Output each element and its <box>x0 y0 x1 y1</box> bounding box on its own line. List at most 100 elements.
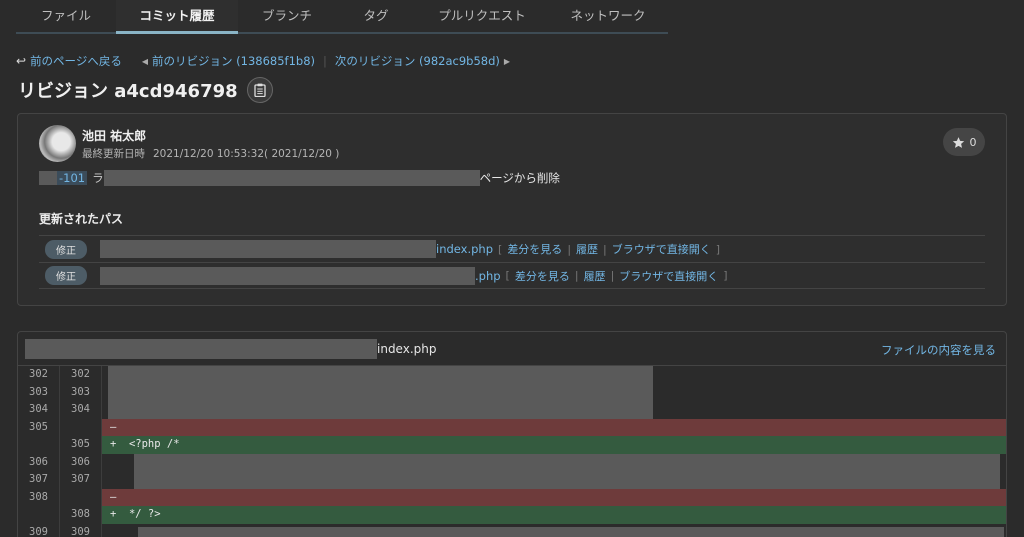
repo-tabs: ファイル コミット履歴 ブランチ タグ プルリクエスト ネットワーク <box>16 0 668 34</box>
message-char: ラ <box>92 170 104 185</box>
added-line: 305 + <?php /* <box>18 436 1006 454</box>
updated-label: 最終更新日時 <box>82 148 145 160</box>
open-in-browser-link[interactable]: ブラウザで直接開く <box>612 241 711 257</box>
message-tail: ページから削除 <box>479 170 560 185</box>
path-file-link[interactable]: .php <box>475 269 501 283</box>
tab-tags[interactable]: タグ <box>336 0 416 32</box>
context-line: 309 309 <box>18 523 1006 537</box>
tab-commit-history[interactable]: コミット履歴 <box>116 0 238 34</box>
divider: | <box>603 242 607 256</box>
deleted-line: 305 — <box>18 418 1006 436</box>
old-line-number: 303 <box>18 383 60 401</box>
new-line-number: 303 <box>60 383 102 401</box>
old-line-number: 306 <box>18 453 60 471</box>
modified-badge: 修正 <box>45 266 87 285</box>
line-code: + <?php /* <box>102 436 1006 454</box>
bracket: [ <box>505 269 510 282</box>
old-line-number: 305 <box>18 418 60 436</box>
title-row: リビジョン a4cd946798 <box>18 77 273 103</box>
bracket: ] <box>723 269 728 282</box>
history-link[interactable]: 履歴 <box>584 268 606 284</box>
deleted-line: 308 — <box>18 488 1006 506</box>
context-line: 307 307 <box>18 471 1006 489</box>
view-file-link[interactable]: ファイルの内容を見る <box>881 342 996 358</box>
path-file-link[interactable]: index.php <box>436 242 493 256</box>
new-line-number: 307 <box>60 471 102 489</box>
context-line: 306 306 <box>18 453 1006 471</box>
prev-arrow-icon: ◀ <box>141 56 148 66</box>
redacted-code <box>108 401 653 419</box>
back-icon[interactable]: ↩ <box>16 54 26 68</box>
path-row: 修正 .php [ 差分を見る | 履歴 | ブラウザで直接開く ] <box>39 262 985 289</box>
commit-panel: 池田 祐太郎 最終更新日時 2021/12/20 10:53:32( 2021/1… <box>17 113 1007 306</box>
tab-network[interactable]: ネットワーク <box>548 0 668 32</box>
redacted-code <box>138 526 1004 537</box>
line-code: — <box>102 418 1006 436</box>
view-diff-link[interactable]: 差分を見る <box>507 241 562 257</box>
old-line-number: 304 <box>18 401 60 419</box>
nav-divider: | <box>323 54 327 68</box>
old-line-number: 308 <box>18 488 60 506</box>
open-in-browser-link[interactable]: ブラウザで直接開く <box>619 268 718 284</box>
diff-panel: index.php ファイルの内容を見る 302 302 303 303 304 304 3… <box>17 331 1007 537</box>
diff-lines: 302 302 303 303 304 304 305—305 + <?php /* 306 30… <box>18 366 1006 537</box>
modified-badge: 修正 <box>45 239 87 259</box>
old-line-number: 307 <box>18 471 60 489</box>
redacted-text <box>39 170 57 185</box>
redacted-code <box>108 366 653 384</box>
copy-clipboard-button[interactable] <box>246 77 273 103</box>
prev-revision-link[interactable]: 前のリビジョン (138685f1b8) <box>152 53 315 69</box>
divider: | <box>574 269 579 282</box>
new-line-number: 305 <box>60 436 102 454</box>
tab-pull-requests[interactable]: プルリクエスト <box>416 0 548 32</box>
line-code: — <box>102 488 1006 506</box>
clipboard-icon <box>253 83 266 97</box>
tab-branches[interactable]: ブランチ <box>238 0 336 32</box>
issue-link[interactable]: -101 <box>57 170 88 185</box>
new-line-number: 308 <box>60 506 102 524</box>
bracket: ] <box>715 242 721 256</box>
avatar <box>39 125 76 162</box>
new-line-number: 306 <box>60 453 102 471</box>
redacted-text <box>103 169 480 186</box>
author-name[interactable]: 池田 祐太郎 <box>82 127 146 144</box>
redacted-code <box>134 453 1000 471</box>
new-line-number: 309 <box>60 523 102 537</box>
context-line: 303 303 <box>18 383 1006 401</box>
updated-paths-heading: 更新されたパス <box>39 212 124 226</box>
star-count: 0 <box>969 135 977 149</box>
new-line-number <box>60 418 102 436</box>
commit-message: -101 ラ ページから削除 <box>39 169 560 186</box>
view-diff-link[interactable]: 差分を見る <box>515 268 570 284</box>
context-line: 304 304 <box>18 401 1006 419</box>
new-line-number <box>60 488 102 506</box>
next-revision-link[interactable]: 次のリビジョン (982ac9b58d) <box>335 53 500 69</box>
divider: | <box>567 242 572 256</box>
back-link[interactable]: 前のページへ戻る <box>30 53 122 69</box>
updated-value: 2021/12/20 10:53:32( 2021/12/20 ) <box>153 148 340 160</box>
path-row: 修正 index.php [ 差分を見る | 履歴 | ブラウザで直接開く ] <box>39 235 985 262</box>
old-line-number: 302 <box>18 366 60 384</box>
history-link[interactable]: 履歴 <box>576 241 598 257</box>
line-code: + */ ?> <box>102 506 1006 524</box>
redacted-code <box>108 383 653 401</box>
tab-files[interactable]: ファイル <box>16 0 116 32</box>
added-line: 308 + */ ?> <box>18 506 1006 524</box>
page-title: リビジョン a4cd946798 <box>18 81 238 102</box>
star-icon <box>952 136 964 148</box>
redacted-path <box>100 240 436 258</box>
redacted-code <box>134 471 1000 489</box>
new-line-number: 304 <box>60 401 102 419</box>
star-button[interactable]: 0 <box>943 128 985 156</box>
revision-nav: ↩ 前のページへ戻る ◀ 前のリビジョン (138685f1b8) | 次のリビ… <box>16 53 514 69</box>
context-line: 302 302 <box>18 366 1006 384</box>
new-line-number: 302 <box>60 366 102 384</box>
old-line-number: 309 <box>18 523 60 537</box>
diff-header: index.php ファイルの内容を見る <box>18 332 1006 366</box>
diff-filename: index.php <box>377 341 437 356</box>
redacted-path <box>100 266 475 285</box>
old-line-number <box>18 436 60 454</box>
bracket: [ <box>498 242 503 256</box>
updated-time: 最終更新日時 2021/12/20 10:53:32( 2021/12/20 ) <box>82 146 339 161</box>
redacted-path <box>25 338 377 359</box>
